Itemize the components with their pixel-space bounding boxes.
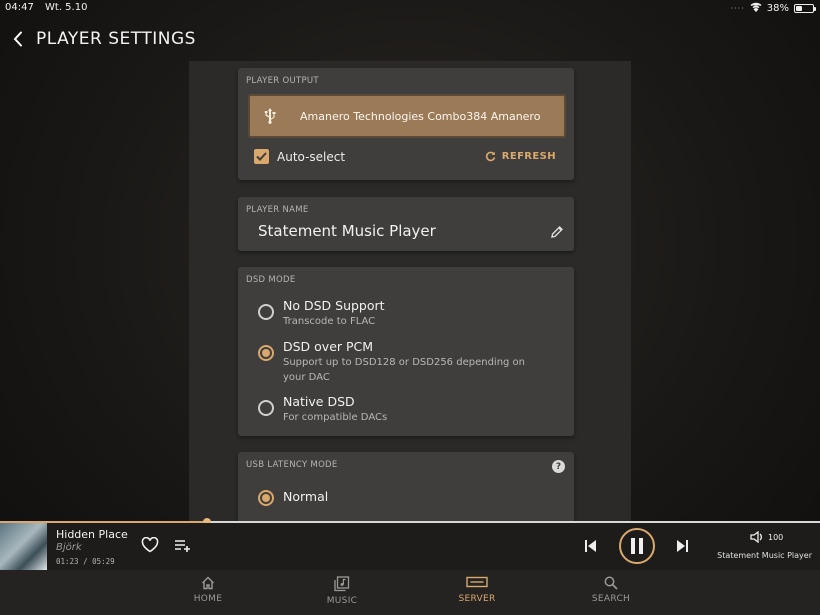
chevron-left-icon: [13, 31, 22, 47]
section-label-player-output: PLAYER OUTPUT: [246, 76, 319, 86]
auto-select-checkbox[interactable]: [254, 149, 269, 164]
radio-button[interactable]: [258, 400, 274, 416]
status-time: 04:47: [5, 2, 34, 13]
radio-button[interactable]: [258, 345, 274, 361]
signal-icon: ····: [730, 4, 745, 13]
refresh-button[interactable]: REFRESH: [485, 151, 556, 162]
dsd-mode-card: DSD MODE No DSD Support Transcode to FLA…: [238, 267, 574, 436]
page-title: PLAYER SETTINGS: [36, 29, 196, 49]
section-label-dsd-mode: DSD MODE: [246, 275, 296, 285]
refresh-label: REFRESH: [501, 151, 556, 162]
search-icon: [604, 576, 618, 590]
latency-option-title: Normal: [283, 489, 329, 504]
tab-label: MUSIC: [326, 596, 358, 606]
edit-icon[interactable]: [550, 224, 564, 243]
radio-button[interactable]: [258, 304, 274, 320]
tab-search[interactable]: SEARCH: [576, 576, 646, 604]
heart-icon[interactable]: [141, 537, 159, 553]
player-name-card[interactable]: PLAYER NAME Statement Music Player: [238, 197, 574, 251]
dsd-option-dsd-over-pcm[interactable]: DSD over PCM Support up to DSD128 or DSD…: [258, 339, 543, 385]
volume-level: 100: [768, 532, 784, 542]
track-artist: Björk: [56, 542, 82, 553]
play-pause-button[interactable]: [619, 528, 655, 564]
help-icon[interactable]: ?: [552, 460, 565, 473]
battery-icon: [794, 4, 816, 13]
back-button[interactable]: [0, 22, 36, 56]
dsd-option-title: No DSD Support: [283, 298, 385, 313]
volume-control[interactable]: 100: [750, 531, 783, 543]
track-time: 01:23 / 05:29: [56, 557, 115, 566]
next-track-icon[interactable]: [675, 539, 689, 553]
now-playing-bar: Hidden Place Björk 01:23 / 05:29 100 Sta…: [0, 523, 820, 570]
refresh-icon: [485, 151, 496, 162]
tab-server[interactable]: SERVER: [442, 576, 512, 604]
tab-music[interactable]: MUSIC: [307, 576, 377, 606]
status-date: Wt. 5.10: [45, 2, 88, 13]
music-icon: [334, 576, 350, 592]
dsd-option-subtitle: Transcode to FLAC: [283, 316, 376, 327]
wifi-icon: [750, 2, 762, 15]
output-device-name: Amanero Technologies Combo384 Amanero: [300, 109, 541, 123]
pause-icon: [631, 538, 643, 554]
status-bar: 04:47 Wt. 5.10 ···· 38%: [0, 0, 820, 16]
header: PLAYER SETTINGS: [0, 22, 196, 56]
dsd-option-title: DSD over PCM: [283, 339, 374, 354]
dsd-option-title: Native DSD: [283, 394, 355, 409]
dsd-option-subtitle: For compatible DACs: [283, 412, 388, 423]
previous-track-icon[interactable]: [584, 539, 598, 553]
radio-button[interactable]: [258, 490, 274, 506]
latency-option-normal[interactable]: Normal: [258, 484, 328, 506]
dsd-option-native-dsd[interactable]: Native DSD For compatible DACs: [258, 394, 543, 425]
add-to-queue-icon[interactable]: [174, 539, 192, 553]
usb-latency-card: USB LATENCY MODE ? Normal: [238, 452, 574, 523]
volume-icon: [750, 531, 762, 543]
dsd-option-no-dsd[interactable]: No DSD Support Transcode to FLAC: [258, 298, 543, 329]
bottom-nav: HOME MUSIC SERVER SEARCH: [0, 570, 820, 615]
auto-select-toggle[interactable]: Auto-select: [254, 149, 345, 164]
tab-label: HOME: [193, 594, 223, 604]
section-label-player-name: PLAYER NAME: [246, 205, 309, 215]
settings-panel[interactable]: PLAYER OUTPUT Amanero Technologies Combo…: [189, 61, 631, 523]
now-playing-device[interactable]: Statement Music Player: [717, 551, 812, 560]
server-icon: [466, 576, 488, 588]
dsd-option-subtitle: Support up to DSD128 or DSD256 depending…: [283, 357, 526, 383]
tab-label: SEARCH: [591, 594, 631, 604]
player-name-value[interactable]: Statement Music Player: [258, 222, 436, 240]
tab-label: SERVER: [458, 594, 496, 604]
check-icon: [256, 152, 267, 161]
album-art[interactable]: [0, 523, 47, 570]
usb-icon: [250, 108, 290, 124]
auto-select-label: Auto-select: [277, 149, 346, 164]
battery-percent: 38%: [766, 3, 789, 14]
player-output-card: PLAYER OUTPUT Amanero Technologies Combo…: [238, 68, 574, 180]
track-title: Hidden Place: [56, 528, 128, 541]
section-label-usb-latency: USB LATENCY MODE: [246, 460, 338, 470]
tab-home[interactable]: HOME: [173, 576, 243, 604]
output-device-button[interactable]: Amanero Technologies Combo384 Amanero: [248, 94, 566, 138]
home-icon: [202, 576, 214, 590]
